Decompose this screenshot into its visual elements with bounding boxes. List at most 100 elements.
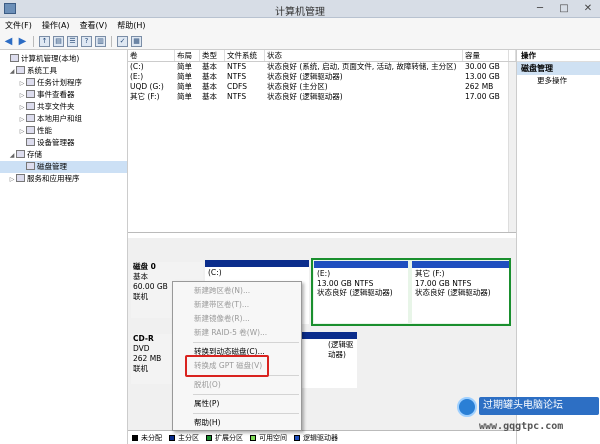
tree-node-icon <box>26 162 35 170</box>
toolbar-divider <box>111 35 112 47</box>
tree-node-icon <box>26 78 35 86</box>
table-cell: (E:) <box>130 72 144 81</box>
volume-list-scrollbar[interactable] <box>508 62 516 232</box>
table-cell: CDFS <box>227 82 247 91</box>
minimize-button[interactable]: ─ <box>528 0 552 18</box>
gpt-highlight-box <box>185 355 269 377</box>
show-tree-icon[interactable]: ▤ <box>53 35 64 47</box>
table-cell: NTFS <box>227 62 247 71</box>
legend-swatch <box>250 434 256 441</box>
legend-swatch <box>132 434 138 441</box>
table-cell: 262 MB <box>465 82 494 91</box>
table-row[interactable]: 其它 (F:) 简单 基本 NTFS 状态良好 (逻辑驱动器) 17.00 GB <box>128 92 516 102</box>
forum-logo-icon <box>457 397 477 417</box>
tree-node-icon <box>26 138 35 146</box>
tree-item-label: 本地用户和组 <box>37 114 82 123</box>
tree-node-icon <box>26 114 35 122</box>
actions-more[interactable]: 更多操作 <box>517 75 600 87</box>
actions-disk-management[interactable]: 磁盘管理 <box>517 62 600 75</box>
tree-item-label: 设备管理器 <box>37 138 75 147</box>
tree-item[interactable]: 设备管理器 <box>0 137 127 149</box>
partition-e-detail: 13.00 GB NTFS <box>317 278 374 288</box>
tree-node-icon <box>16 174 25 182</box>
context-menu-item[interactable]: 新建 RAID-5 卷(W)... <box>173 326 301 340</box>
tree-item[interactable]: ◢ 系统工具 <box>0 65 127 77</box>
table-row[interactable]: (E:) 简单 基本 NTFS 状态良好 (逻辑驱动器) 13.00 GB <box>128 72 516 82</box>
context-menu-item[interactable]: 属性(P) <box>173 397 301 411</box>
tree-item[interactable]: ▷ 服务和应用程序 <box>0 173 127 185</box>
back-arrow-icon[interactable]: ◀ <box>3 36 14 47</box>
tree-item[interactable]: ▷ 共享文件夹 <box>0 101 127 113</box>
tree-item[interactable]: ▷ 性能 <box>0 125 127 137</box>
column-header[interactable] <box>509 50 516 61</box>
column-header[interactable]: 布局 <box>175 50 200 61</box>
menu-separator <box>193 413 299 414</box>
watermark-url: www.gqgtpc.com <box>479 421 564 432</box>
table-cell: 状态良好 (逻辑驱动器) <box>267 72 343 81</box>
maximize-button[interactable]: □ <box>552 0 576 18</box>
column-header[interactable]: 卷 <box>128 50 175 61</box>
menu-file[interactable]: 文件(F) <box>0 18 37 33</box>
tree-node-icon <box>16 66 25 74</box>
forum-watermark: 过期罐头电脑论坛 www.gqgtpc.com <box>453 389 600 444</box>
table-cell: 基本 <box>202 82 217 91</box>
context-menu-item[interactable]: 脱机(O) <box>173 378 301 392</box>
context-menu-item[interactable]: 帮助(H) <box>173 416 301 430</box>
partition-f-detail: 17.00 GB NTFS <box>415 278 472 288</box>
column-header[interactable]: 状态 <box>265 50 463 61</box>
tree-node-icon <box>26 102 35 110</box>
table-cell: 基本 <box>202 72 217 81</box>
partition-c-name: (C:) <box>208 268 222 277</box>
partition-e-status: 状态良好 (逻辑驱动器) <box>317 288 393 297</box>
tree-item[interactable]: ▷ 任务计划程序 <box>0 77 127 89</box>
tree-item-label: 任务计划程序 <box>37 78 82 87</box>
menu-view[interactable]: 查看(V) <box>75 18 113 33</box>
tree-item[interactable]: ▷ 本地用户和组 <box>0 113 127 125</box>
tree-item[interactable]: 磁盘管理 <box>0 161 127 173</box>
help-icon[interactable]: ? <box>81 35 92 47</box>
close-button[interactable]: ✕ <box>576 0 600 18</box>
tree-item[interactable]: ▷ 事件查看器 <box>0 89 127 101</box>
volume-list-header: 卷布局 类型 文件系统 状态 容量 <box>128 50 516 62</box>
legend-label: 扩展分区 <box>215 433 243 442</box>
show-action-pane-icon[interactable]: ▥ <box>95 35 106 47</box>
context-menu-item[interactable]: 新建跨区卷(N)... <box>173 284 301 298</box>
table-cell: 17.00 GB <box>465 92 500 101</box>
tree-item-label: 性能 <box>37 126 52 135</box>
context-menu-item[interactable]: 新建带区卷(T)... <box>173 298 301 312</box>
forward-arrow-icon[interactable]: ▶ <box>17 36 28 47</box>
partition-e-name: (E:) <box>317 269 331 278</box>
table-row[interactable]: (C:) 简单 基本 NTFS 状态良好 (系统, 启动, 页面文件, 活动, 故障转储… <box>128 62 516 72</box>
legend-swatch <box>206 434 212 441</box>
logical-drive-bar <box>412 261 509 268</box>
tree-item-label: 事件查看器 <box>37 90 75 99</box>
legend-swatch <box>294 434 300 441</box>
up-folder-icon[interactable]: ↑ <box>39 35 50 47</box>
expand-arrow-icon[interactable]: ▷ <box>8 174 16 186</box>
checklist-icon[interactable]: ✓ <box>117 35 128 47</box>
volume-list: 卷布局 类型 文件系统 状态 容量 (C:) 简单 基本 NTFS 状态良好 (系统, 启动, … <box>128 50 516 233</box>
table-cell: 状态良好 (主分区) <box>267 82 328 91</box>
navigation-tree: 计算机管理(本地) ◢ 系统工具 ▷ 任务计划程序 ▷ 事件查看器 ▷ 共享文件夹 ▷ 本地用户和组… <box>0 50 128 444</box>
tree-item-label: 计算机管理(本地) <box>21 54 80 63</box>
toolbar: ◀ ▶ ↑ ▤ ☰ ? ▥ ✓ ▦ <box>0 33 600 50</box>
context-menu-item[interactable]: 新建镜像卷(R)... <box>173 312 301 326</box>
tree-node-icon <box>10 54 19 62</box>
table-cell: 基本 <box>202 92 217 101</box>
menu-help[interactable]: 帮助(H) <box>112 18 150 33</box>
disk-0-name: 磁盘 0 <box>133 262 156 271</box>
legend-label: 主分区 <box>178 433 199 442</box>
column-header[interactable]: 类型 <box>200 50 225 61</box>
tree-item[interactable]: ◢ 存储 <box>0 149 127 161</box>
tree-item[interactable]: 计算机管理(本地) <box>0 53 127 65</box>
partition-e[interactable]: (E:) 13.00 GB NTFS 状态良好 (逻辑驱动器) <box>314 261 408 323</box>
table-row[interactable]: UQD (G:) 简单 基本 CDFS 状态良好 (主分区) 262 MB <box>128 82 516 92</box>
column-header[interactable]: 文件系统 <box>225 50 265 61</box>
column-header[interactable]: 容量 <box>463 50 509 61</box>
table-cell: 基本 <box>202 62 217 71</box>
disk-settings-icon[interactable]: ▦ <box>131 35 142 47</box>
partition-f[interactable]: 其它 (F:) 17.00 GB NTFS 状态良好 (逻辑驱动器) <box>412 261 509 323</box>
menu-action[interactable]: 操作(A) <box>37 18 75 33</box>
title-bar[interactable]: 计算机管理 ─ □ ✕ <box>0 0 600 18</box>
properties-icon[interactable]: ☰ <box>67 35 78 47</box>
